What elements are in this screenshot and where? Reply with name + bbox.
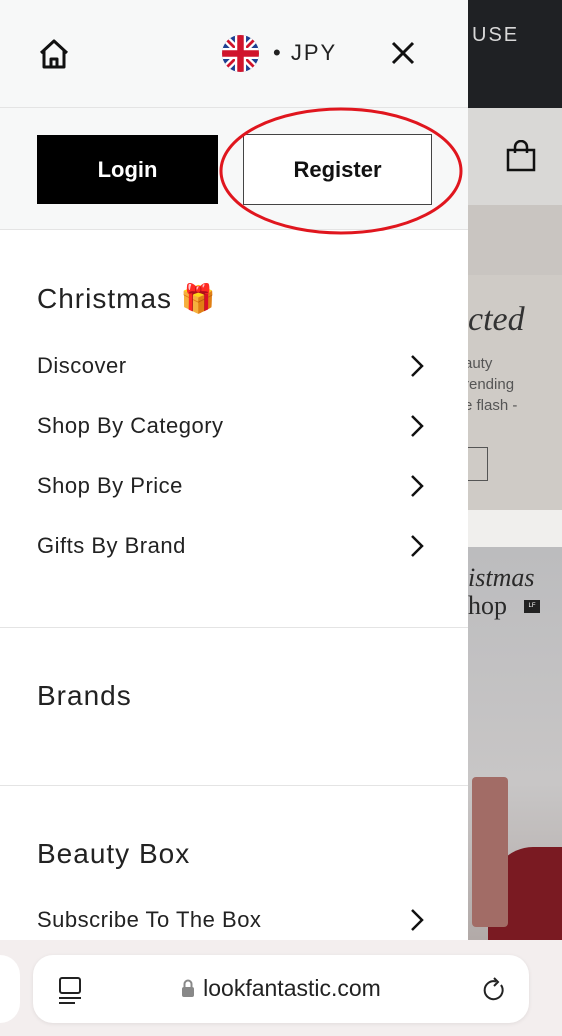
- menu-item-shop-by-price[interactable]: Shop By Price: [0, 456, 468, 516]
- banner-title: istmas: [468, 563, 535, 592]
- menu-item-shop-by-category[interactable]: Shop By Category: [0, 396, 468, 456]
- shopping-bag-icon[interactable]: [506, 140, 536, 172]
- brands-section[interactable]: Brands: [0, 628, 468, 786]
- url-display[interactable]: lookfantastic.com: [33, 975, 529, 1002]
- strip: [468, 205, 562, 275]
- chevron-right-icon: [411, 475, 424, 497]
- menu-item-subscribe[interactable]: Subscribe To The Box: [0, 890, 468, 940]
- section-title: Brands: [37, 680, 132, 711]
- chevron-right-icon: [411, 415, 424, 437]
- product-image: [472, 777, 508, 927]
- banner-line: auty: [464, 355, 493, 372]
- drawer-header: • JPY: [0, 0, 468, 108]
- site-header: USE: [468, 0, 562, 108]
- beauty-box-section: Beauty Box Subscribe To The Box: [0, 786, 468, 940]
- menu-item-gifts-by-brand[interactable]: Gifts By Brand: [0, 516, 468, 576]
- uk-flag-icon[interactable]: [222, 35, 259, 72]
- chevron-right-icon: [411, 909, 424, 931]
- christmas-section: Christmas 🎁 Discover Shop By Category Sh…: [0, 230, 468, 628]
- chevron-right-icon: [411, 535, 424, 557]
- menu-item-label: Gifts By Brand: [37, 533, 186, 558]
- currency-selector[interactable]: • JPY: [273, 40, 337, 66]
- banner-subtitle: hop: [468, 591, 507, 620]
- banner-line: rending: [464, 376, 515, 393]
- close-icon[interactable]: [390, 40, 416, 66]
- christmas-banner[interactable]: istmas hop LF: [468, 547, 562, 947]
- background-page: USE cted auty rending e flash - . istmas…: [458, 0, 562, 1036]
- login-button[interactable]: Login: [37, 135, 218, 204]
- menu-item-label: Shop By Price: [37, 473, 183, 498]
- register-button[interactable]: Register: [243, 134, 432, 205]
- menu-item-label: Discover: [37, 353, 127, 378]
- banner-title: cted: [468, 301, 525, 338]
- banner-line: e flash -: [464, 397, 518, 414]
- section-title: Christmas 🎁: [37, 283, 217, 314]
- reload-icon[interactable]: [481, 977, 507, 1003]
- menu-drawer: • JPY Login Register Christmas 🎁 Discove…: [0, 0, 468, 940]
- promo-banner[interactable]: cted auty rending e flash - .: [458, 275, 562, 510]
- lf-badge: LF: [524, 600, 540, 613]
- section-title: Beauty Box: [37, 838, 191, 869]
- menu-item-discover[interactable]: Discover: [0, 336, 468, 396]
- lock-icon: [182, 979, 195, 997]
- browser-bar: lookfantastic.com: [0, 940, 562, 1036]
- auth-section: Login Register: [0, 108, 468, 230]
- menu-item-label: Subscribe To The Box: [37, 907, 262, 932]
- address-bar[interactable]: lookfantastic.com: [33, 955, 529, 1023]
- home-icon[interactable]: [37, 37, 71, 71]
- url-text: lookfantastic.com: [203, 975, 381, 1001]
- header-text: USE: [472, 24, 520, 46]
- tab-preview[interactable]: [0, 955, 20, 1023]
- menu-item-label: Shop By Category: [37, 413, 224, 438]
- chevron-right-icon: [411, 355, 424, 377]
